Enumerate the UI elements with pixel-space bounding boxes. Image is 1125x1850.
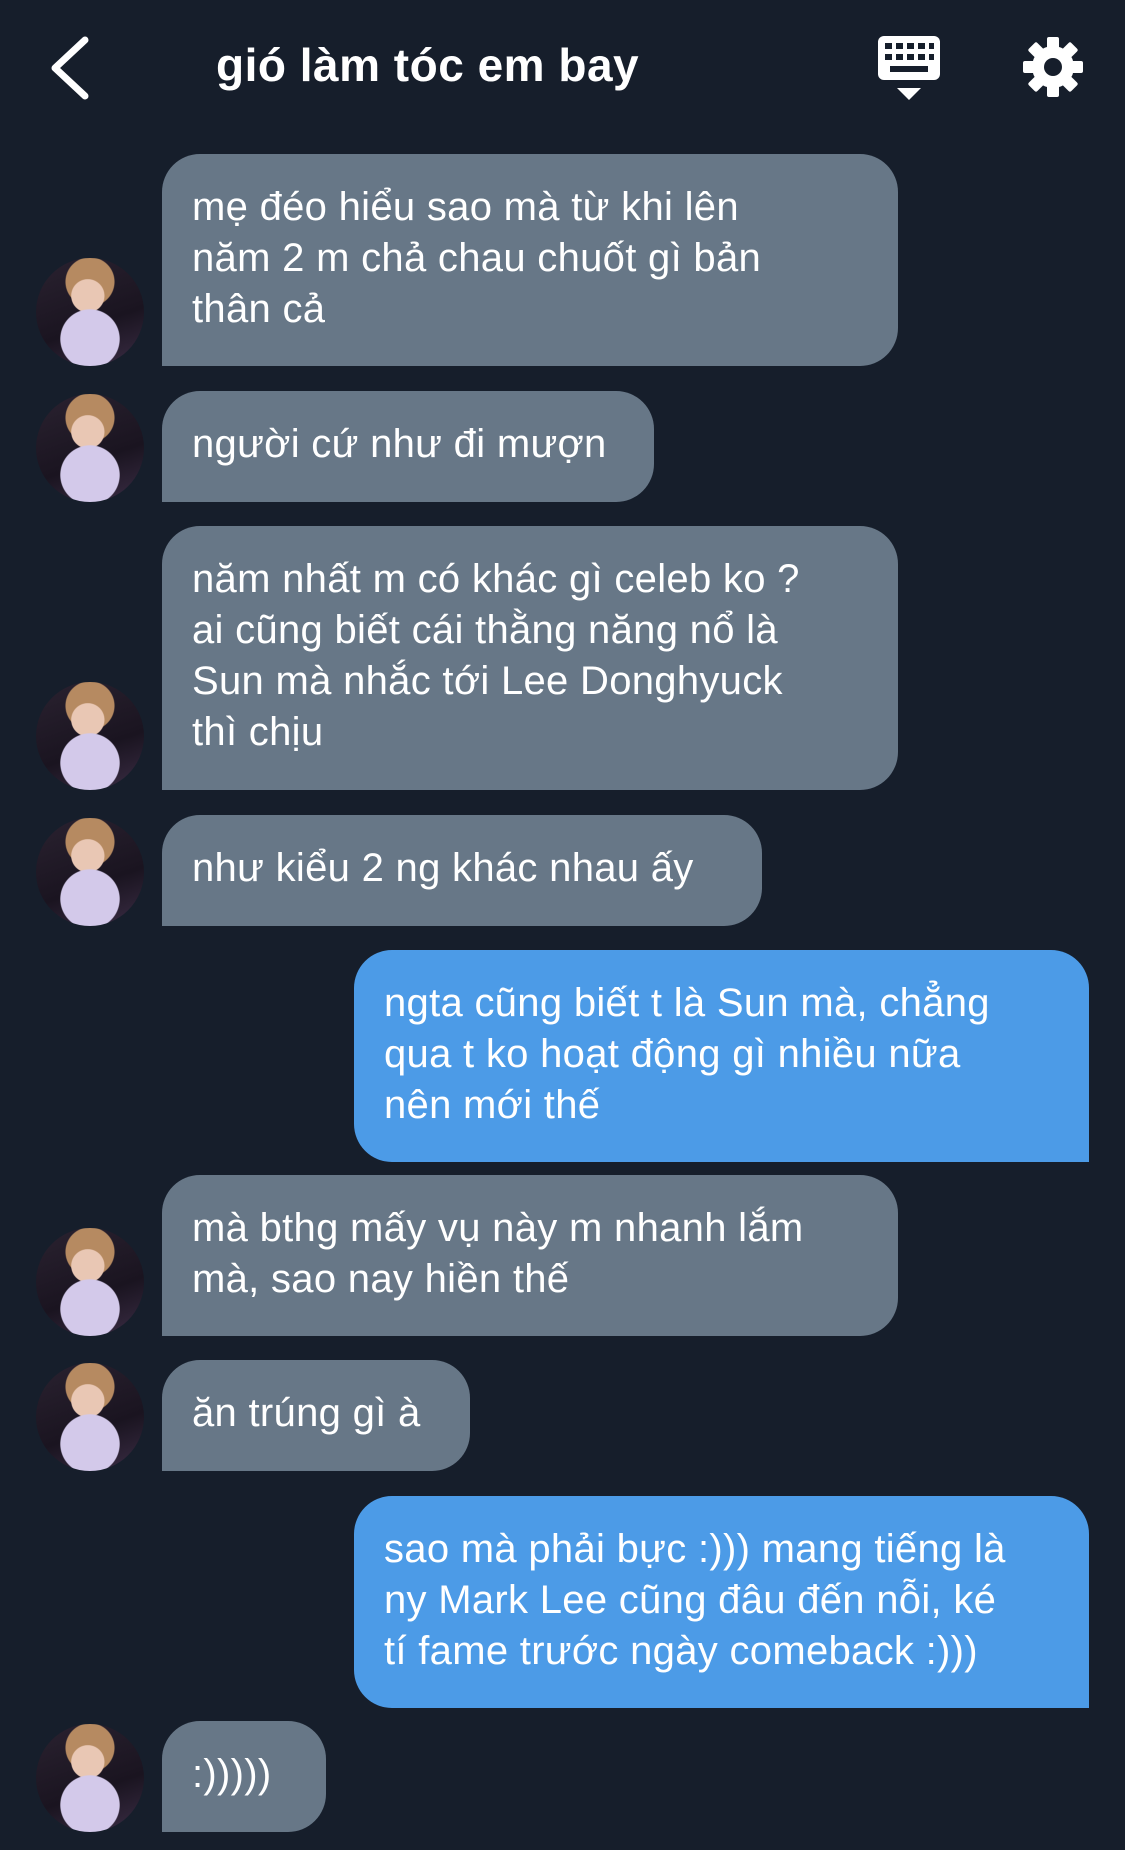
message-text-line: thân cả [192, 287, 326, 331]
incoming-message-bubble[interactable]: :))))) [162, 1721, 326, 1832]
message-text-line: Sun mà nhắc tới Lee Donghyuck [192, 659, 783, 703]
incoming-message-bubble[interactable]: mẹ đéo hiểu sao mà từ khi lên năm 2 m ch… [162, 154, 898, 366]
message-row: mà bthg mấy vụ này m nhanh lắm mà, sao n… [0, 1175, 1125, 1336]
incoming-message-bubble[interactable]: ăn trúng gì à [162, 1360, 470, 1471]
message-text-line: ai cũng biết cái thằng năng nổ là [192, 608, 778, 652]
message-text-line: sao mà phải bực :))) mang tiếng là [384, 1527, 1006, 1571]
message-row: như kiểu 2 ng khác nhau ấy [0, 815, 1125, 926]
message-row: người cứ như đi mượn [0, 391, 1125, 502]
message-text-line: ngta cũng biết t là Sun mà, chẳng [384, 981, 990, 1025]
chevron-left-icon [51, 36, 89, 100]
keyboard-icon [878, 36, 940, 100]
message-row: ăn trúng gì à [0, 1360, 1125, 1471]
message-text-line: :))))) [192, 1752, 272, 1796]
contact-avatar[interactable] [36, 394, 144, 502]
message-text-line: năm nhất m có khác gì celeb ko ? [192, 557, 800, 601]
back-button[interactable] [40, 30, 100, 106]
message-row: mẹ đéo hiểu sao mà từ khi lên năm 2 m ch… [0, 154, 1125, 366]
chat-title: gió làm tóc em bay [216, 39, 640, 91]
incoming-message-bubble[interactable]: mà bthg mấy vụ này m nhanh lắm mà, sao n… [162, 1175, 898, 1336]
message-row: sao mà phải bực :))) mang tiếng là ny Ma… [0, 1496, 1125, 1708]
incoming-message-bubble[interactable]: năm nhất m có khác gì celeb ko ? ai cũng… [162, 526, 898, 790]
message-text-line: mẹ đéo hiểu sao mà từ khi lên [192, 185, 739, 229]
contact-avatar[interactable] [36, 258, 144, 366]
outgoing-message-bubble[interactable]: sao mà phải bực :))) mang tiếng là ny Ma… [354, 1496, 1089, 1708]
contact-avatar[interactable] [36, 1724, 144, 1832]
contact-avatar[interactable] [36, 1228, 144, 1336]
message-text-line: thì chịu [192, 710, 324, 754]
chat-header: gió làm tóc em bay [0, 0, 1125, 140]
message-text-line: ny Mark Lee cũng đâu đến nỗi, ké [384, 1578, 997, 1622]
gear-icon [1023, 37, 1083, 97]
incoming-message-bubble[interactable]: người cứ như đi mượn [162, 391, 654, 502]
message-text-line: như kiểu 2 ng khác nhau ấy [192, 846, 694, 890]
contact-avatar[interactable] [36, 818, 144, 926]
message-text-line: mà bthg mấy vụ này m nhanh lắm [192, 1206, 804, 1250]
message-row: :))))) [0, 1721, 1125, 1832]
message-text-line: tí fame trước ngày comeback :))) [384, 1629, 978, 1673]
message-text-line: người cứ như đi mượn [192, 422, 607, 466]
message-text-line: ăn trúng gì à [192, 1391, 421, 1435]
message-text-line: qua t ko hoạt động gì nhiều nữa [384, 1032, 961, 1076]
message-row: năm nhất m có khác gì celeb ko ? ai cũng… [0, 526, 1125, 790]
message-text-line: năm 2 m chả chau chuốt gì bản [192, 236, 762, 280]
message-row: ngta cũng biết t là Sun mà, chẳng qua t … [0, 950, 1125, 1162]
keyboard-button[interactable] [876, 34, 942, 104]
settings-button[interactable] [1022, 36, 1084, 98]
incoming-message-bubble[interactable]: như kiểu 2 ng khác nhau ấy [162, 815, 762, 926]
outgoing-message-bubble[interactable]: ngta cũng biết t là Sun mà, chẳng qua t … [354, 950, 1089, 1162]
message-text-line: mà, sao nay hiền thế [192, 1257, 570, 1301]
contact-avatar[interactable] [36, 1363, 144, 1471]
contact-avatar[interactable] [36, 682, 144, 790]
message-text-line: nên mới thế [384, 1083, 601, 1127]
